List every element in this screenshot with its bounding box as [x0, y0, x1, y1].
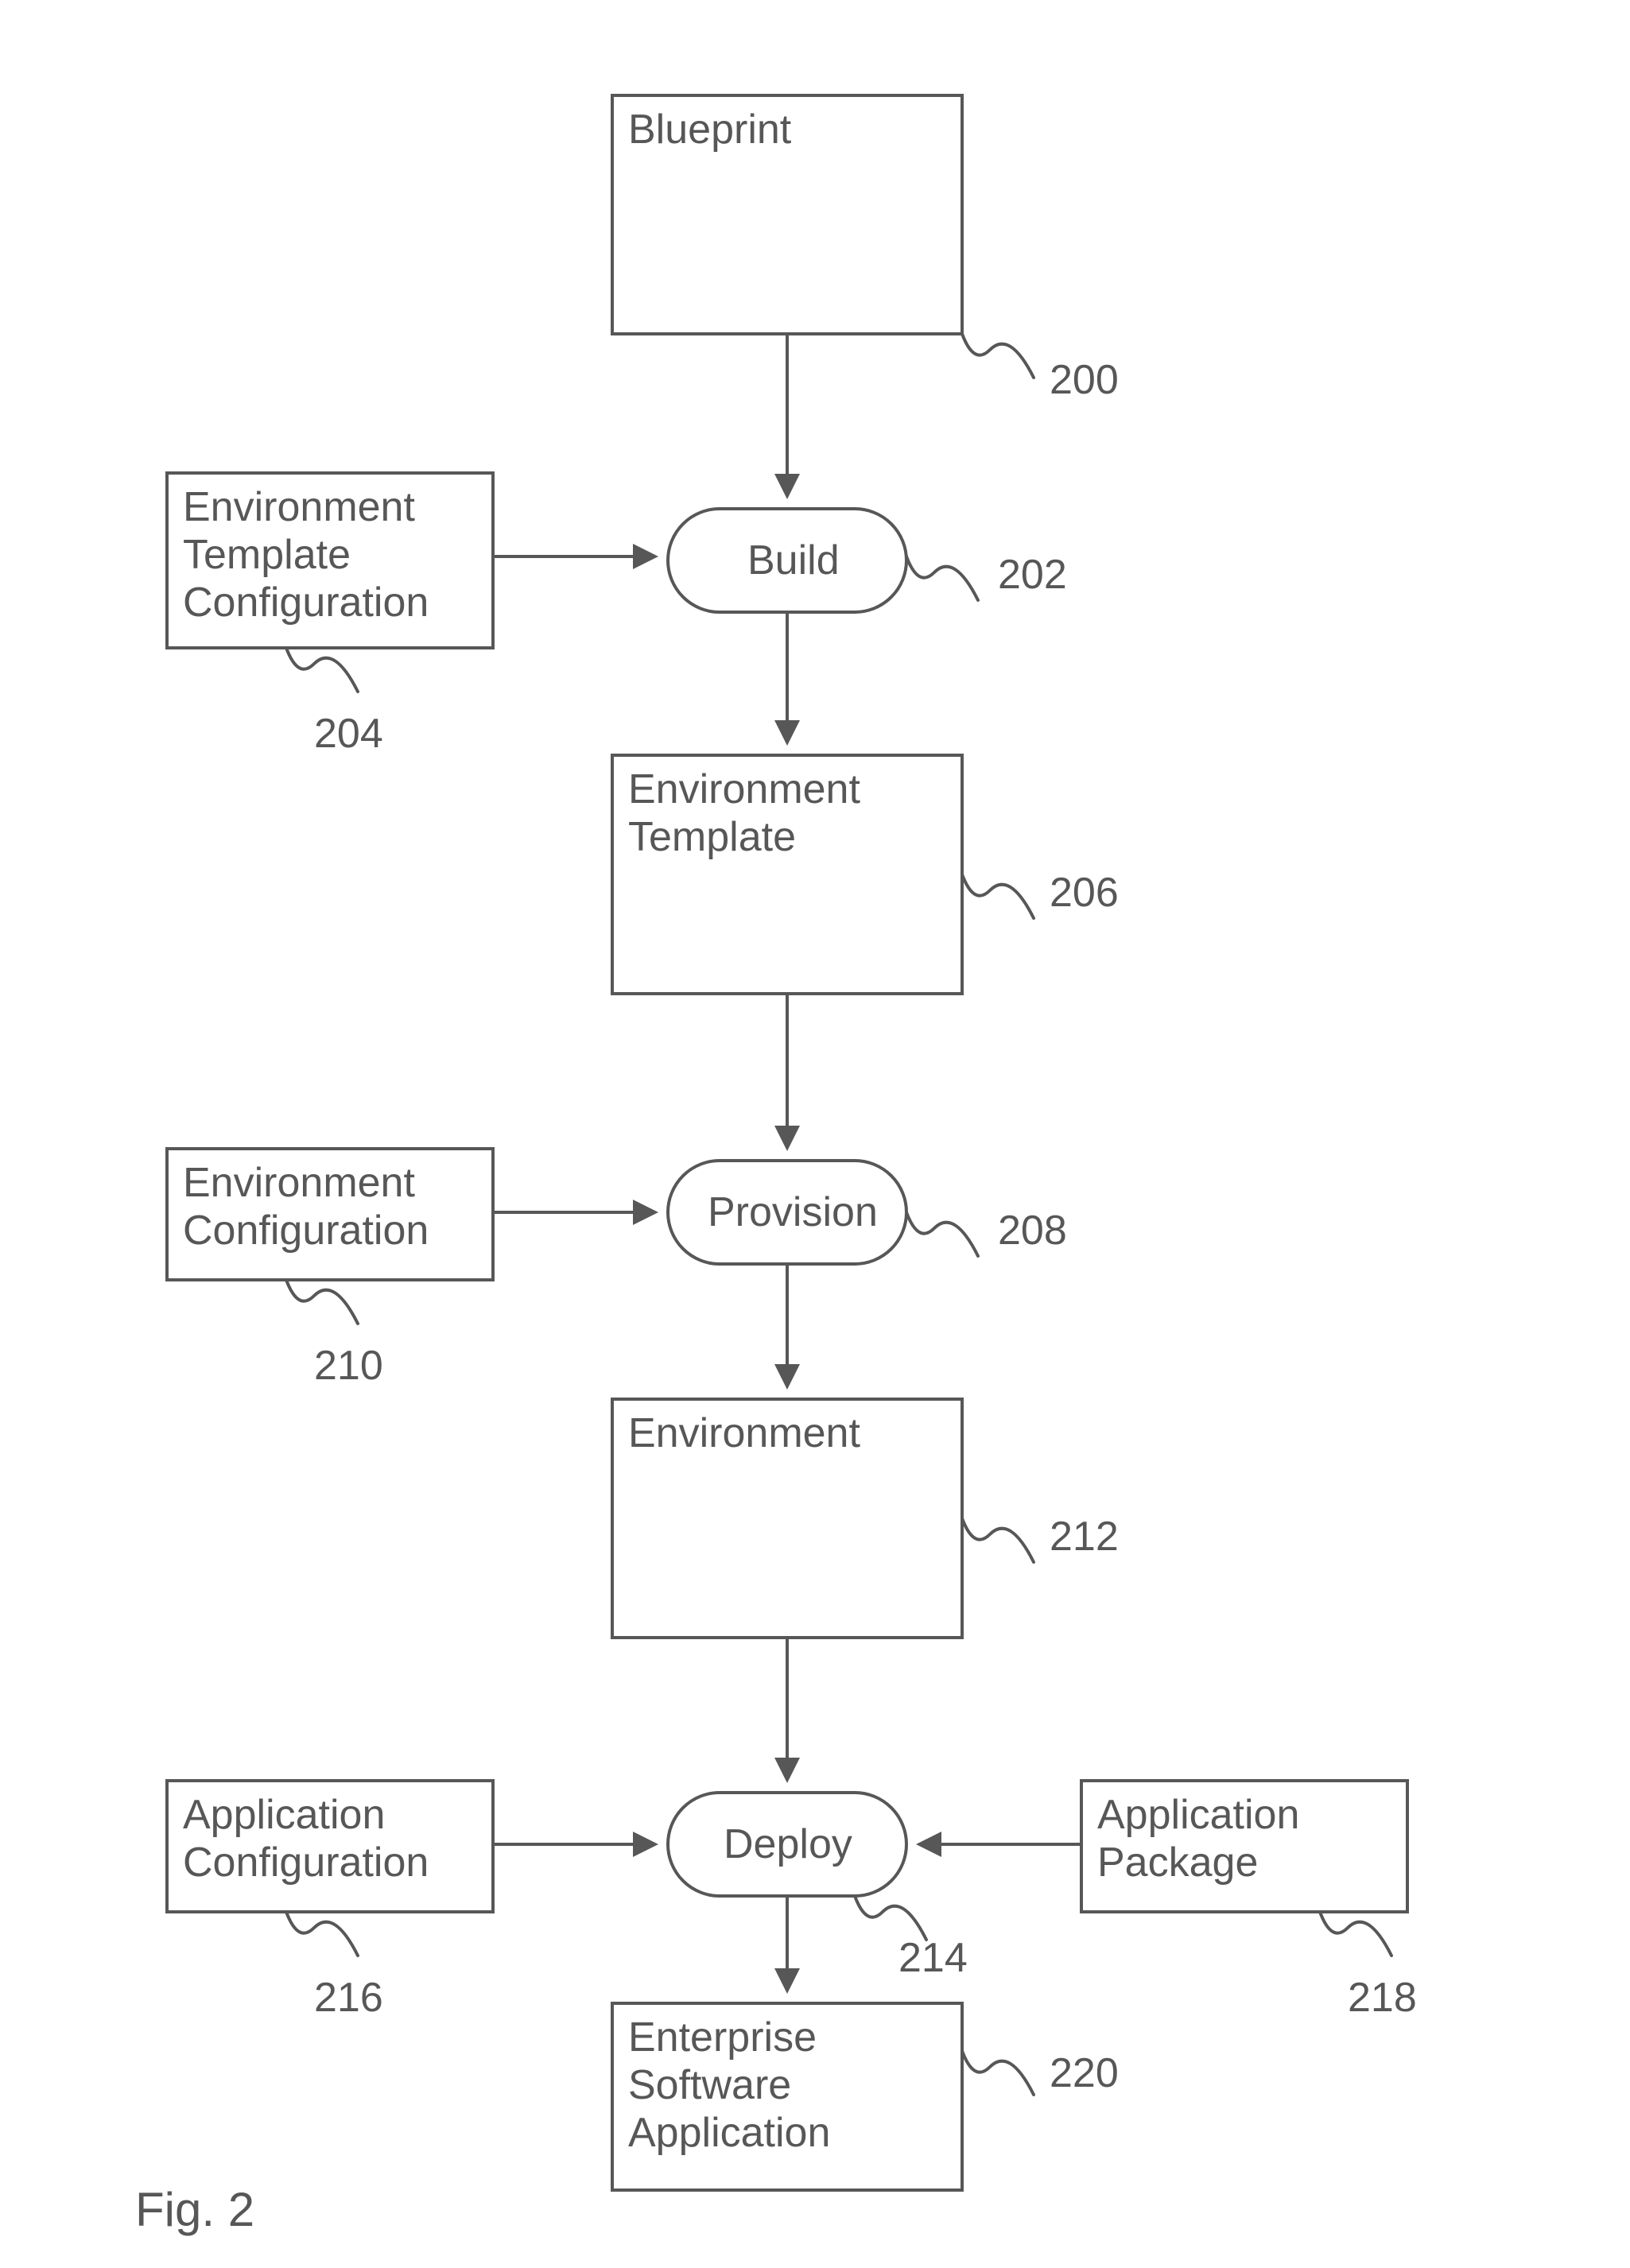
ref-206: 206 — [1050, 870, 1119, 916]
node-provision: Provision 208 — [668, 1161, 1067, 1264]
node-app-config: Application Configuration 216 — [167, 1781, 493, 2021]
node-blueprint: Blueprint 200 — [612, 95, 1119, 403]
diagram-canvas: Blueprint 200 Environment Template Confi… — [0, 0, 1630, 2268]
ref-214: 214 — [898, 1935, 968, 1981]
node-blueprint-label: Blueprint — [628, 107, 792, 153]
node-build-label: Build — [747, 537, 840, 583]
ref-218: 218 — [1348, 1975, 1417, 2021]
node-deploy: Deploy 214 — [668, 1793, 968, 1981]
node-provision-label: Provision — [708, 1189, 878, 1235]
node-environment: Environment 212 — [612, 1399, 1119, 1638]
node-deploy-label: Deploy — [724, 1821, 852, 1867]
ref-204: 204 — [314, 711, 383, 757]
ref-212: 212 — [1050, 1514, 1119, 1560]
node-env-template: Environment Template 206 — [612, 755, 1119, 994]
ref-208: 208 — [998, 1208, 1067, 1254]
ref-202: 202 — [998, 552, 1067, 598]
node-ent-sw-app: Enterprise Software Application 220 — [612, 2003, 1119, 2190]
ref-216: 216 — [314, 1975, 383, 2021]
node-environment-label: Environment — [628, 1410, 860, 1456]
node-ent-sw-app-label: Enterprise Software Application — [628, 2014, 830, 2156]
node-build: Build 202 — [668, 509, 1067, 612]
node-env-tmpl-config: Environment Template Configuration 204 — [167, 473, 493, 757]
ref-210: 210 — [314, 1343, 383, 1389]
figure-label: Fig. 2 — [135, 2183, 254, 2236]
ref-220: 220 — [1050, 2050, 1119, 2096]
node-env-config: Environment Configuration 210 — [167, 1149, 493, 1389]
ref-200: 200 — [1050, 357, 1119, 403]
node-app-package: Application Package 218 — [1081, 1781, 1417, 2021]
